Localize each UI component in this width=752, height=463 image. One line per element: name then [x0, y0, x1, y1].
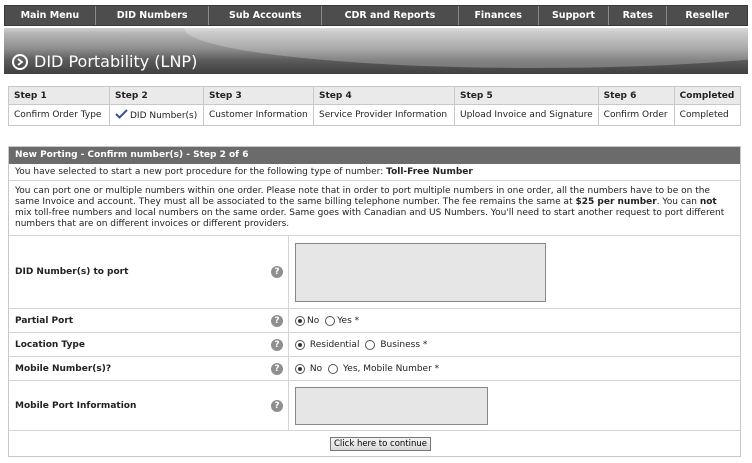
- partial-port-label-cell: Partial Port ?: [9, 309, 289, 332]
- mobile-no-label: No: [309, 363, 323, 374]
- help-icon[interactable]: ?: [271, 362, 283, 375]
- partial-port-no-label: No: [307, 315, 320, 326]
- mobile-port-info-label: Mobile Port Information: [15, 400, 137, 411]
- location-residential-option[interactable]: Residential: [295, 339, 360, 350]
- mobile-yes-label: Yes, Mobile Number *: [343, 363, 440, 374]
- form-header: New Porting - Confirm number(s) - Step 2…: [9, 147, 740, 164]
- mobile-port-info-textarea[interactable]: [295, 386, 488, 425]
- intro-number-type: Toll-Free Number: [386, 167, 473, 177]
- porting-form: New Porting - Confirm number(s) - Step 2…: [8, 146, 741, 457]
- partial-port-label: Partial Port: [15, 315, 74, 326]
- radio-button-selected[interactable]: [295, 315, 305, 326]
- location-type-label-cell: Location Type ?: [9, 333, 289, 356]
- mobile-no-option[interactable]: No: [295, 363, 323, 374]
- page-title-wrap: DID Portability (LNP): [12, 52, 197, 71]
- partial-port-no-option[interactable]: No: [295, 315, 320, 326]
- help-icon[interactable]: ?: [271, 399, 283, 412]
- did-numbers-label: DID Number(s) to port: [15, 267, 129, 277]
- partial-port-options: No Yes *: [289, 309, 740, 332]
- step-5-header: Step 5: [454, 86, 599, 105]
- step-5-label: Upload Invoice and Signature: [454, 104, 599, 126]
- location-type-label: Location Type: [15, 339, 85, 350]
- mobile-number-label: Mobile Number(s)?: [15, 363, 112, 374]
- intro-text: You have selected to start a new port pr…: [9, 164, 740, 181]
- radio-button-selected[interactable]: [295, 339, 305, 350]
- mobile-number-label-cell: Mobile Number(s)? ?: [9, 357, 289, 380]
- location-residential-label: Residential: [309, 339, 360, 350]
- location-type-row: Location Type ? Residential Business *: [9, 333, 740, 357]
- mobile-number-row: Mobile Number(s)? ? No Yes, Mobile Numbe…: [9, 357, 740, 381]
- location-business-label: Business *: [380, 339, 428, 350]
- intro-prefix: You have selected to start a new port pr…: [15, 167, 384, 177]
- partial-port-row: Partial Port ? No Yes *: [9, 309, 740, 333]
- did-numbers-value-cell: [289, 236, 740, 308]
- nav-reseller[interactable]: Reseller: [667, 6, 747, 25]
- step-6-header: Step 6: [597, 86, 675, 105]
- nav-sub-accounts[interactable]: Sub Accounts: [209, 6, 323, 25]
- location-business-option[interactable]: Business *: [365, 339, 428, 350]
- location-type-options: Residential Business *: [289, 333, 740, 356]
- radio-button-selected[interactable]: [295, 363, 305, 374]
- page-banner: DID Portability (LNP): [4, 28, 748, 74]
- continue-button[interactable]: Click here to continue: [329, 436, 431, 451]
- help-icon[interactable]: ?: [271, 314, 283, 327]
- step-1-header: Step 1: [8, 86, 110, 105]
- steps-header-row: Step 1 Step 2 Step 3 Step 4 Step 5 Step …: [8, 86, 742, 105]
- radio-button[interactable]: [365, 339, 376, 350]
- partial-port-yes-option[interactable]: Yes *: [325, 315, 360, 326]
- step-2-header: Step 2: [109, 86, 204, 105]
- step-1-label: Confirm Order Type: [8, 104, 110, 126]
- nav-finances[interactable]: Finances: [459, 6, 539, 25]
- step-completed-label: Completed: [673, 104, 742, 126]
- help-icon[interactable]: ?: [271, 338, 283, 351]
- radio-button[interactable]: [325, 315, 336, 326]
- help-icon[interactable]: ?: [271, 266, 283, 278]
- step-4-label: Service Provider Information: [313, 104, 455, 126]
- notice-fee: $25 per number: [575, 197, 657, 207]
- step-2-label: DID Number(s): [130, 110, 198, 121]
- nav-rates[interactable]: Rates: [609, 6, 668, 25]
- notice-part-3: mix toll-free numbers and local numbers …: [15, 208, 725, 229]
- step-4-header: Step 4: [313, 86, 455, 105]
- radio-button[interactable]: [328, 363, 339, 374]
- step-completed-header: Completed: [673, 86, 742, 105]
- step-2-label-cell: DID Number(s): [109, 104, 204, 126]
- step-3-label: Customer Information: [203, 104, 314, 126]
- steps-label-row: Confirm Order Type DID Number(s) Custome…: [8, 104, 742, 126]
- form-footer: Click here to continue: [9, 431, 740, 456]
- check-icon: [115, 108, 128, 122]
- nav-did-numbers[interactable]: DID Numbers: [96, 6, 210, 25]
- mobile-port-info-row: Mobile Port Information ?: [9, 381, 740, 431]
- circle-arrow-icon: [12, 53, 28, 70]
- notice-text: You can port one or multiple numbers wit…: [9, 181, 740, 236]
- step-3-header: Step 3: [203, 86, 314, 105]
- steps-table: Step 1 Step 2 Step 3 Step 4 Step 5 Step …: [8, 86, 742, 126]
- nav-cdr-reports[interactable]: CDR and Reports: [322, 6, 459, 25]
- mobile-port-info-value-cell: [289, 381, 740, 430]
- nav-support[interactable]: Support: [539, 6, 610, 25]
- notice-not: not: [699, 197, 717, 207]
- page-title: DID Portability (LNP): [34, 52, 198, 71]
- partial-port-yes-label: Yes *: [337, 315, 360, 326]
- did-numbers-textarea[interactable]: [295, 242, 546, 302]
- did-numbers-label-cell: DID Number(s) to port ?: [9, 236, 289, 308]
- notice-part-2: . You can: [656, 197, 697, 207]
- step-6-label: Confirm Order: [597, 104, 675, 126]
- mobile-port-info-label-cell: Mobile Port Information ?: [9, 381, 289, 430]
- main-nav: Main Menu DID Numbers Sub Accounts CDR a…: [4, 5, 748, 26]
- did-numbers-row: DID Number(s) to port ?: [9, 236, 740, 309]
- nav-main-menu[interactable]: Main Menu: [5, 6, 96, 25]
- mobile-number-options: No Yes, Mobile Number *: [289, 357, 740, 380]
- mobile-yes-option[interactable]: Yes, Mobile Number *: [328, 363, 440, 374]
